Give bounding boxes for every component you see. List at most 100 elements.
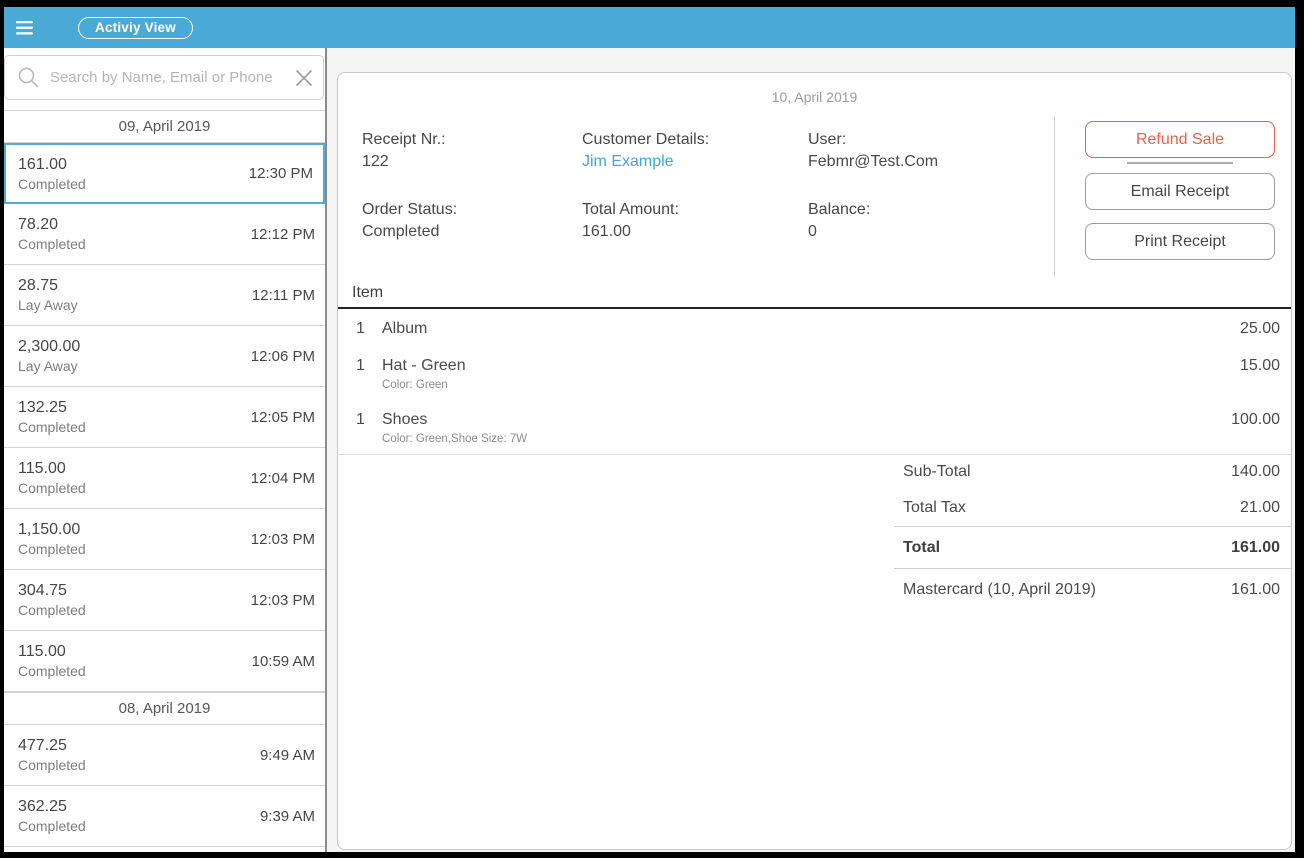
transaction-status: Completed — [18, 817, 86, 835]
totals-section: Sub-Total 140.00 Total Tax 21.00 Total 1… — [894, 454, 1291, 610]
app-window: Activiy View 09, April 2019 — [4, 7, 1295, 852]
transaction-row[interactable]: 115.00 Completed 12:04 PM — [4, 448, 325, 509]
item-name: Hat - Green — [382, 356, 1240, 376]
tax-label: Total Tax — [903, 499, 966, 517]
item-price: 100.00 — [1231, 410, 1280, 447]
transaction-status: Completed — [18, 756, 86, 774]
receipt-card: 10, April 2019 Receipt Nr.: 122 Customer… — [337, 72, 1292, 850]
transaction-amount: 115.00 — [18, 459, 86, 479]
date-group-header: 09, April 2019 — [4, 110, 325, 143]
payment-amount: 161.00 — [1231, 581, 1280, 599]
hamburger-icon — [16, 21, 33, 35]
refund-sale-button[interactable]: Refund Sale — [1085, 121, 1275, 158]
transaction-amount: 78.20 — [18, 215, 86, 235]
close-icon — [293, 67, 315, 89]
transaction-status: Completed — [18, 235, 86, 253]
transactions-panel: 09, April 2019 161.00 Completed 12:30 PM… — [4, 48, 327, 852]
total-label: Total — [903, 539, 940, 557]
subtotal-value: 140.00 — [1231, 463, 1280, 481]
transaction-amount: 28.75 — [18, 276, 78, 296]
transaction-amount: 477.25 — [18, 736, 86, 756]
transaction-time: 9:49 AM — [260, 747, 315, 764]
order-status-value: Completed — [362, 221, 582, 243]
item-name: Shoes — [382, 410, 1231, 430]
receipt-nr-value: 122 — [362, 151, 582, 173]
transaction-status: Completed — [18, 540, 86, 558]
transaction-row[interactable]: 28.75 Lay Away 12:11 PM — [4, 265, 325, 326]
menu-button[interactable] — [16, 13, 46, 43]
user-label: User: — [808, 129, 1048, 151]
transaction-amount: 2,300.00 — [18, 337, 80, 357]
transaction-amount: 1,150.00 — [18, 520, 86, 540]
vertical-divider — [1054, 117, 1055, 277]
transaction-time: 12:06 PM — [251, 348, 315, 365]
tax-row: Total Tax 21.00 — [894, 490, 1291, 526]
receipt-item-row: 1 Hat - Green Color: Green 15.00 — [338, 346, 1291, 400]
search-icon — [17, 66, 40, 89]
print-receipt-button[interactable]: Print Receipt — [1085, 223, 1275, 260]
search-input[interactable] — [50, 69, 293, 86]
item-name: Album — [382, 319, 1240, 339]
date-group-header: 08, April 2019 — [4, 692, 325, 725]
customer-link[interactable]: Jim Example — [582, 151, 808, 173]
transaction-amount: 115.00 — [18, 642, 86, 662]
tax-value: 21.00 — [1240, 499, 1280, 517]
order-status-label: Order Status: — [362, 199, 582, 221]
total-amount-label: Total Amount: — [582, 199, 808, 221]
transaction-time: 12:11 PM — [252, 287, 315, 304]
item-qty: 1 — [356, 319, 382, 339]
transaction-time: 10:59 AM — [252, 653, 315, 670]
transaction-amount: 304.75 — [18, 581, 86, 601]
item-qty: 1 — [356, 410, 382, 447]
receipt-date: 10, April 2019 — [338, 89, 1291, 105]
item-price: 25.00 — [1240, 319, 1280, 339]
transaction-time: 9:39 AM — [260, 808, 315, 825]
receipt-nr-label: Receipt Nr.: — [362, 129, 582, 151]
transaction-status: Lay Away — [18, 357, 80, 375]
top-bar: Activiy View — [4, 7, 1295, 48]
customer-details-label: Customer Details: — [582, 129, 808, 151]
transaction-status: Completed — [18, 601, 86, 619]
transaction-row[interactable]: 477.25 Completed 9:49 AM — [4, 725, 325, 786]
transaction-amount: 362.25 — [18, 797, 86, 817]
item-qty: 1 — [356, 356, 382, 393]
transaction-status: Lay Away — [18, 296, 78, 314]
user-value: Febmr@Test.Com — [808, 151, 1048, 173]
transaction-status: Completed — [18, 662, 86, 680]
transaction-row[interactable]: 132.25 Completed 12:05 PM — [4, 387, 325, 448]
email-receipt-button[interactable]: Email Receipt — [1085, 173, 1275, 210]
subtotal-row: Sub-Total 140.00 — [894, 454, 1291, 490]
transaction-status: Completed — [18, 479, 86, 497]
transaction-time: 12:04 PM — [251, 470, 315, 487]
transaction-row[interactable]: 304.75 Completed 12:03 PM — [4, 570, 325, 631]
transaction-row[interactable]: 78.20 Completed 12:12 PM — [4, 204, 325, 265]
transaction-status: Completed — [18, 175, 86, 193]
transaction-row[interactable]: 1,150.00 Completed 12:03 PM — [4, 509, 325, 570]
total-amount-value: 161.00 — [582, 221, 808, 243]
activity-view-button[interactable]: Activiy View — [78, 17, 193, 39]
items-column-header: Item — [352, 284, 383, 302]
total-row: Total 161.00 — [894, 526, 1291, 568]
refund-divider — [1127, 162, 1233, 164]
receipt-item-row: 1 Shoes Color: Green,Shoe Size: 7W 100.0… — [338, 400, 1291, 454]
receipt-item-row: 1 Album 25.00 — [338, 309, 1291, 346]
balance-label: Balance: — [808, 199, 1048, 221]
transaction-row[interactable]: 161.00 Completed 12:30 PM — [4, 143, 325, 204]
transaction-row[interactable]: 2,300.00 Lay Away 12:06 PM — [4, 326, 325, 387]
transaction-status: Completed — [18, 418, 86, 436]
search-box — [4, 55, 324, 100]
transaction-time: 12:12 PM — [251, 226, 315, 243]
payment-method-label: Mastercard (10, April 2019) — [903, 581, 1096, 599]
transaction-row[interactable]: 362.25 Completed 9:39 AM — [4, 786, 325, 847]
receipt-area: 10, April 2019 Receipt Nr.: 122 Customer… — [327, 48, 1295, 852]
receipt-fields: Receipt Nr.: 122 Customer Details: Jim E… — [362, 129, 1048, 243]
balance-value: 0 — [808, 221, 1048, 243]
transaction-time: 12:03 PM — [251, 592, 315, 609]
clear-search-button[interactable] — [293, 67, 315, 89]
item-options: Color: Green — [382, 378, 1240, 393]
transaction-time: 12:30 PM — [249, 165, 313, 182]
subtotal-label: Sub-Total — [903, 463, 971, 481]
transaction-time: 12:03 PM — [251, 531, 315, 548]
transaction-row[interactable]: 115.00 Completed 10:59 AM — [4, 631, 325, 692]
payment-row: Mastercard (10, April 2019) 161.00 — [894, 568, 1291, 610]
